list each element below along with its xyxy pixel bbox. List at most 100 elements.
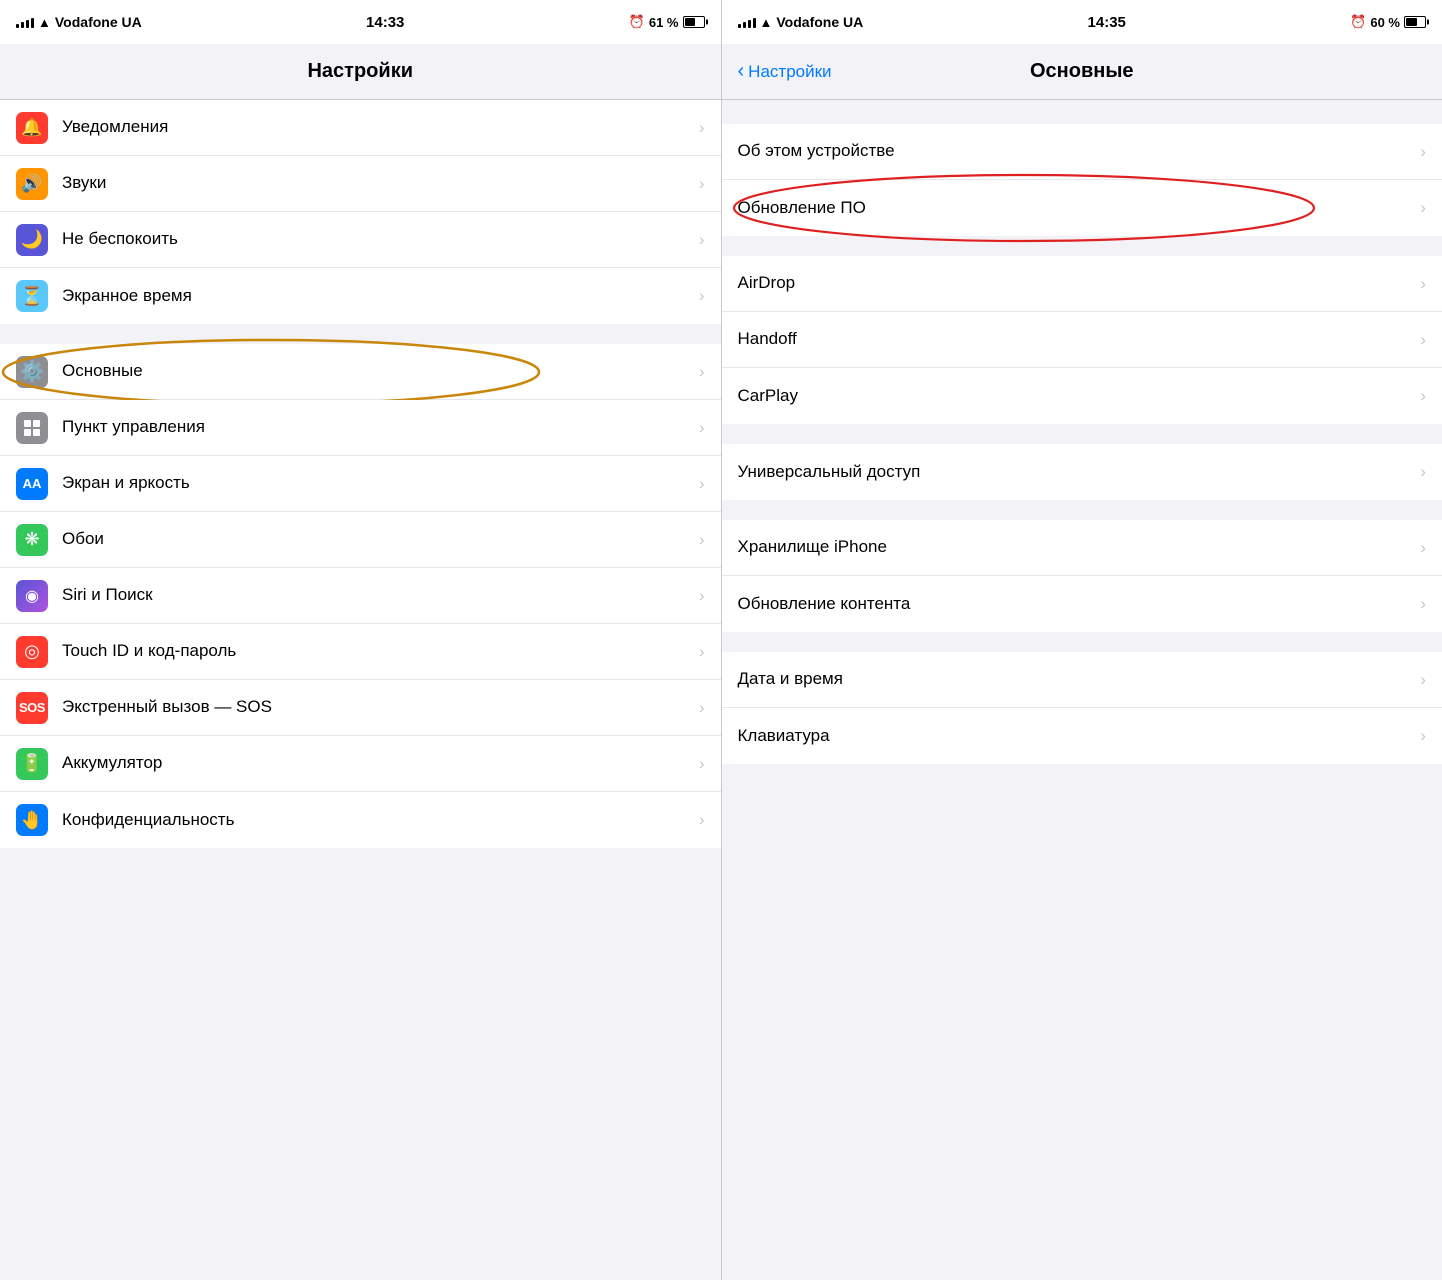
touchid-chevron: ›: [699, 642, 705, 662]
row-display[interactable]: AA Экран и яркость ›: [0, 456, 721, 512]
right-wifi-icon: ▲: [760, 15, 773, 30]
back-chevron-icon: ‹: [738, 60, 745, 83]
right-sep-2: [722, 424, 1442, 444]
left-section-1: ⚙️ Основные › Пункт управления › AA Экра…: [0, 344, 721, 848]
row-handoff[interactable]: Handoff ›: [722, 312, 1442, 368]
right-section-5: Дата и время › Клавиатура ›: [722, 652, 1442, 764]
battery-percent-right: 60 %: [1370, 15, 1400, 30]
carplay-label: CarPlay: [738, 385, 1413, 407]
right-section-1: Об этом устройстве › Обновление ПО ›: [722, 124, 1442, 236]
screentime-icon: ⏳: [16, 280, 48, 312]
controlcenter-label: Пункт управления: [62, 416, 691, 438]
row-keyboard[interactable]: Клавиатура ›: [722, 708, 1442, 764]
general-chevron: ›: [699, 362, 705, 382]
left-section-0: 🔔 Уведомления › 🔊 Звуки › 🌙 Не беспокоит…: [0, 100, 721, 324]
left-status-right: ⏰ 61 %: [629, 14, 705, 30]
row-dnd[interactable]: 🌙 Не беспокоить ›: [0, 212, 721, 268]
row-sounds[interactable]: 🔊 Звуки ›: [0, 156, 721, 212]
screentime-label: Экранное время: [62, 285, 691, 307]
row-touchid[interactable]: ◎ Touch ID и код-пароль ›: [0, 624, 721, 680]
row-controlcenter[interactable]: Пункт управления ›: [0, 400, 721, 456]
left-page-title: Настройки: [307, 60, 413, 83]
row-general[interactable]: ⚙️ Основные ›: [0, 344, 721, 400]
left-nav-header: Настройки: [0, 44, 721, 100]
right-sep-1: [722, 236, 1442, 256]
left-time: 14:33: [366, 14, 404, 31]
display-chevron: ›: [699, 474, 705, 494]
wallpaper-icon: ❋: [16, 524, 48, 556]
right-settings-list: Об этом устройстве › Обновление ПО › Air…: [722, 100, 1442, 1280]
carplay-chevron: ›: [1420, 386, 1426, 406]
right-sep-4: [722, 632, 1442, 652]
alarm-icon: ⏰: [629, 14, 645, 30]
right-top-sep: [722, 100, 1442, 124]
sos-label: Экстренный вызов — SOS: [62, 696, 691, 718]
signal-icon: [16, 16, 34, 28]
right-sep-3: [722, 500, 1442, 520]
row-battery[interactable]: 🔋 Аккумулятор ›: [0, 736, 721, 792]
right-status-left: ▲ Vodafone UA: [738, 14, 864, 30]
right-section-4: Хранилище iPhone › Обновление контента ›: [722, 520, 1442, 632]
keyboard-chevron: ›: [1420, 726, 1426, 746]
battery-icon-left: [683, 16, 705, 28]
row-wallpaper[interactable]: ❋ Обои ›: [0, 512, 721, 568]
right-status-right: ⏰ 60 %: [1350, 14, 1426, 30]
row-siri[interactable]: ◉ Siri и Поиск ›: [0, 568, 721, 624]
right-status-bar: ▲ Vodafone UA 14:35 ⏰ 60 %: [722, 0, 1442, 44]
touchid-icon: ◎: [16, 636, 48, 668]
notifications-icon: 🔔: [16, 112, 48, 144]
row-screentime[interactable]: ⏳ Экранное время ›: [0, 268, 721, 324]
back-label: Настройки: [748, 62, 831, 82]
row-sos[interactable]: SOS Экстренный вызов — SOS ›: [0, 680, 721, 736]
controlcenter-chevron: ›: [699, 418, 705, 438]
right-section-3: Универсальный доступ ›: [722, 444, 1442, 500]
row-airdrop[interactable]: AirDrop ›: [722, 256, 1442, 312]
handoff-label: Handoff: [738, 328, 1413, 350]
right-section-2: AirDrop › Handoff › CarPlay ›: [722, 256, 1442, 424]
wifi-icon: ▲: [38, 15, 51, 30]
display-label: Экран и яркость: [62, 472, 691, 494]
sos-icon: SOS: [16, 692, 48, 724]
row-notifications[interactable]: 🔔 Уведомления ›: [0, 100, 721, 156]
general-label: Основные: [62, 360, 691, 382]
battery-icon-right: [1404, 16, 1426, 28]
bg-refresh-chevron: ›: [1420, 594, 1426, 614]
right-time: 14:35: [1088, 14, 1126, 31]
right-page-title: Основные: [1030, 60, 1134, 83]
touchid-label: Touch ID и код-пароль: [62, 640, 691, 662]
battery-row-icon: 🔋: [16, 748, 48, 780]
left-settings-list: 🔔 Уведомления › 🔊 Звуки › 🌙 Не беспокоит…: [0, 100, 721, 1280]
software-update-label: Обновление ПО: [738, 197, 1413, 219]
row-software-update[interactable]: Обновление ПО ›: [722, 180, 1442, 236]
software-update-chevron: ›: [1420, 198, 1426, 218]
general-icon: ⚙️: [16, 356, 48, 388]
back-button[interactable]: ‹ Настройки: [738, 60, 832, 83]
row-about[interactable]: Об этом устройстве ›: [722, 124, 1442, 180]
datetime-label: Дата и время: [738, 668, 1413, 690]
airdrop-chevron: ›: [1420, 274, 1426, 294]
siri-label: Siri и Поиск: [62, 584, 691, 606]
battery-chevron: ›: [699, 754, 705, 774]
notifications-label: Уведомления: [62, 116, 691, 138]
about-chevron: ›: [1420, 142, 1426, 162]
dnd-chevron: ›: [699, 230, 705, 250]
row-carplay[interactable]: CarPlay ›: [722, 368, 1442, 424]
row-bg-refresh[interactable]: Обновление контента ›: [722, 576, 1442, 632]
privacy-label: Конфиденциальность: [62, 809, 691, 831]
screentime-chevron: ›: [699, 286, 705, 306]
left-panel: ▲ Vodafone UA 14:33 ⏰ 61 % Настройки 🔔 У…: [0, 0, 721, 1280]
privacy-chevron: ›: [699, 810, 705, 830]
privacy-icon: 🤚: [16, 804, 48, 836]
controlcenter-icon: [16, 412, 48, 444]
row-storage[interactable]: Хранилище iPhone ›: [722, 520, 1442, 576]
left-sep-1: [0, 324, 721, 344]
row-datetime[interactable]: Дата и время ›: [722, 652, 1442, 708]
dnd-icon: 🌙: [16, 224, 48, 256]
battery-label: Аккумулятор: [62, 752, 691, 774]
left-status-left: ▲ Vodafone UA: [16, 14, 142, 30]
display-icon: AA: [16, 468, 48, 500]
row-privacy[interactable]: 🤚 Конфиденциальность ›: [0, 792, 721, 848]
wallpaper-label: Обои: [62, 528, 691, 550]
row-accessibility[interactable]: Универсальный доступ ›: [722, 444, 1442, 500]
sounds-label: Звуки: [62, 172, 691, 194]
